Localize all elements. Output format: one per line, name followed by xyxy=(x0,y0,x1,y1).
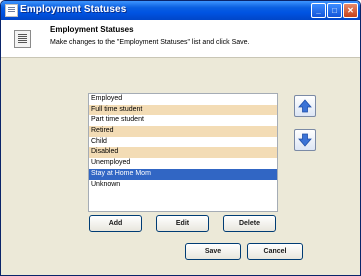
app-icon xyxy=(5,4,18,17)
dialog-window: Employment Statuses _ □ ✕ Employment Sta… xyxy=(0,0,361,276)
list-icon xyxy=(14,30,31,48)
list-item[interactable]: Child xyxy=(89,137,277,148)
cancel-button[interactable]: Cancel xyxy=(247,243,303,260)
delete-button[interactable]: Delete xyxy=(223,215,276,232)
list-item[interactable]: Employed xyxy=(89,94,277,105)
move-up-button[interactable] xyxy=(294,95,316,117)
move-down-button[interactable] xyxy=(294,129,316,151)
minimize-icon[interactable]: _ xyxy=(311,3,326,18)
list-item[interactable]: Disabled xyxy=(89,147,277,159)
maximize-icon[interactable]: □ xyxy=(327,3,342,18)
list-item[interactable]: Unemployed xyxy=(89,158,277,169)
add-button[interactable]: Add xyxy=(89,215,142,232)
header-description: Make changes to the "Employment Statuses… xyxy=(50,39,250,46)
edit-button[interactable]: Edit xyxy=(156,215,209,232)
save-button[interactable]: Save xyxy=(185,243,241,260)
list-item[interactable]: Retired xyxy=(89,126,277,137)
close-icon[interactable]: ✕ xyxy=(343,3,358,18)
title-bar[interactable]: Employment Statuses _ □ ✕ xyxy=(1,1,360,20)
list-item[interactable]: Part time student xyxy=(89,115,277,126)
header-title: Employment Statuses xyxy=(50,25,134,34)
arrow-up-icon xyxy=(298,99,312,113)
dialog-header: Employment Statuses Make changes to the … xyxy=(1,20,360,58)
list-item[interactable]: Unknown xyxy=(89,180,277,191)
list-item[interactable]: Stay at Home Mom xyxy=(89,168,277,180)
window-title: Employment Statuses xyxy=(20,4,127,15)
list-item[interactable]: Full time student xyxy=(89,104,277,116)
status-list[interactable]: Employed Full time student Part time stude… xyxy=(88,93,278,212)
arrow-down-icon xyxy=(298,133,312,147)
